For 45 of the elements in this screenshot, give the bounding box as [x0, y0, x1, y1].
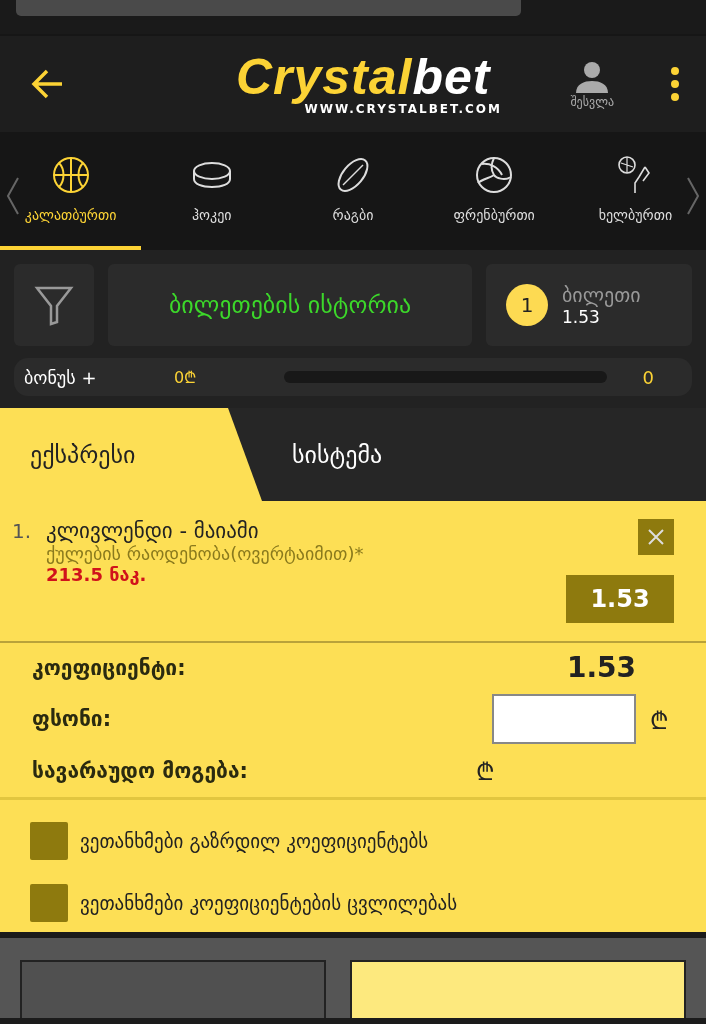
- logo-wordmark: Crystalbet: [235, 52, 491, 102]
- logo-url: WWW.CRYSTALBET.COM: [304, 102, 502, 116]
- ticket-label: ბილეთი: [562, 283, 641, 307]
- market-name: ქულების რაოდენობა(ოვერტაიმით)*: [46, 543, 365, 564]
- bet-type-tab[interactable]: სისტემა: [262, 408, 413, 501]
- currency-label: ₾: [476, 757, 496, 787]
- filter-button[interactable]: [14, 264, 94, 346]
- ticket-history-button[interactable]: ბილეთების ისტორია: [108, 264, 472, 346]
- more-menu-icon[interactable]: [670, 67, 680, 101]
- close-icon: [647, 528, 665, 546]
- funnel-icon: [34, 284, 74, 326]
- secondary-button[interactable]: [20, 960, 326, 1018]
- stake-input-field[interactable]: [492, 694, 636, 744]
- login-label[interactable]: შესვლა: [570, 95, 614, 109]
- user-icon[interactable]: [574, 59, 611, 95]
- bonus-amount: 0₾: [174, 367, 198, 388]
- outcome-label: 213.5 ნაკ.: [46, 564, 148, 585]
- potential-win-label: სავარაუდო მოგება:: [32, 758, 249, 783]
- chevron-left-icon[interactable]: [6, 176, 20, 216]
- selection-number: 1.: [12, 519, 33, 545]
- chevron-right-icon[interactable]: [686, 176, 700, 216]
- checkbox[interactable]: [30, 884, 68, 922]
- odds-button[interactable]: 1.53: [566, 575, 674, 623]
- checkbox-label[interactable]: ვეთანხმები გაზრდილ კოეფიციენტებს: [80, 830, 429, 852]
- ticket-count-badge: 1: [506, 284, 548, 326]
- currency-label: ₾: [649, 705, 670, 736]
- sport-tab[interactable]: ჰოკეი: [141, 132, 283, 250]
- match-title: კლივლენდი - მაიამი: [46, 519, 260, 543]
- volleyball-icon: [474, 155, 515, 195]
- stake-label: ფსონი:: [32, 707, 113, 731]
- bet-type-tab[interactable]: ექსპრესი: [0, 408, 262, 501]
- sport-tab[interactable]: ხელბურთი: [564, 132, 706, 250]
- primary-button[interactable]: [349, 960, 686, 1018]
- sport-tab[interactable]: ფრენბურთი: [423, 132, 565, 250]
- bonus-label: ბონუს +: [24, 366, 98, 388]
- odds-value: 1.53: [565, 651, 636, 684]
- checkbox[interactable]: [30, 822, 68, 860]
- basketball-icon: [50, 155, 91, 195]
- close-button[interactable]: [638, 519, 674, 555]
- checkbox-label[interactable]: ვეთანხმები კოეფიციენტების ცვლილებას: [80, 892, 458, 914]
- bonus-count: 0: [642, 366, 654, 388]
- ticket-odds: 1.53: [562, 307, 601, 327]
- odds-label: კოეფიციენტი:: [32, 655, 187, 680]
- sport-tab[interactable]: რაგბი: [282, 132, 424, 250]
- ticket-card[interactable]: 1 ბილეთი 1.53: [486, 264, 692, 346]
